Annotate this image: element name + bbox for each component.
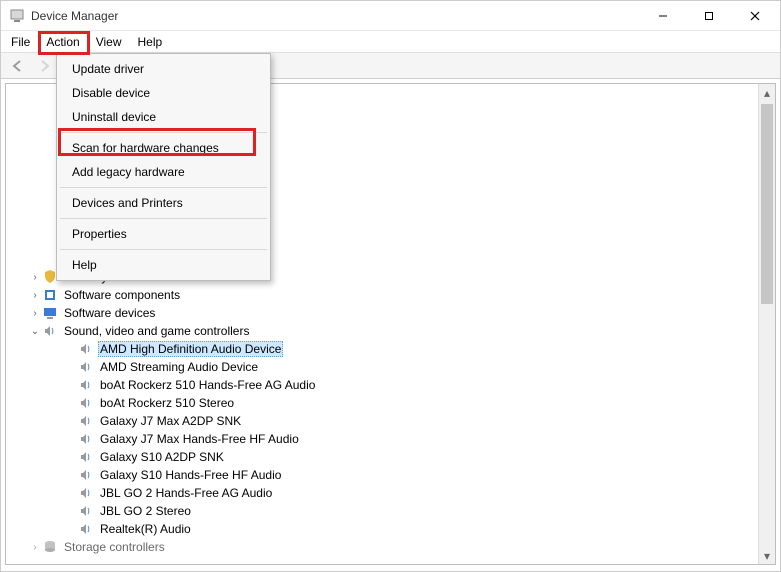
device-label: Galaxy J7 Max A2DP SNK — [98, 413, 243, 429]
device-label: Galaxy S10 Hands-Free HF Audio — [98, 467, 283, 483]
tree-category[interactable]: › Storage controllers — [10, 538, 775, 556]
dd-help[interactable]: Help — [58, 253, 269, 277]
speaker-icon — [78, 377, 94, 393]
tree-device[interactable]: AMD High Definition Audio Device — [10, 340, 775, 358]
device-label: boAt Rockerz 510 Stereo — [98, 395, 236, 411]
titlebar: Device Manager — [1, 1, 780, 31]
dd-scan-hardware-changes[interactable]: Scan for hardware changes — [58, 136, 269, 160]
speaker-icon — [78, 449, 94, 465]
speaker-icon — [78, 485, 94, 501]
app-icon — [9, 8, 25, 24]
category-label: Storage controllers — [62, 539, 167, 555]
toolbar-back-button[interactable] — [7, 55, 29, 77]
tree-device[interactable]: AMD Streaming Audio Device — [10, 358, 775, 376]
dd-add-legacy-hardware[interactable]: Add legacy hardware — [58, 160, 269, 184]
tree-device[interactable]: JBL GO 2 Stereo — [10, 502, 775, 520]
component-icon — [42, 287, 58, 303]
scroll-down-arrow[interactable]: ▾ — [759, 547, 775, 564]
device-label: JBL GO 2 Hands-Free AG Audio — [98, 485, 274, 501]
category-label: Software devices — [62, 305, 157, 321]
menu-help[interactable]: Help — [130, 33, 171, 51]
expand-toggle[interactable]: › — [28, 272, 42, 283]
tree-device[interactable]: JBL GO 2 Hands-Free AG Audio — [10, 484, 775, 502]
menubar: File Action View Help — [1, 31, 780, 53]
menu-action[interactable]: Action — [38, 33, 87, 51]
window-controls — [640, 1, 778, 31]
scroll-thumb[interactable] — [761, 104, 773, 304]
menu-view[interactable]: View — [88, 33, 130, 51]
tree-category[interactable]: › Software devices — [10, 304, 775, 322]
tree-device[interactable]: Galaxy J7 Max A2DP SNK — [10, 412, 775, 430]
device-label: AMD High Definition Audio Device — [98, 341, 283, 357]
dd-uninstall-device[interactable]: Uninstall device — [58, 105, 269, 129]
sound-icon — [42, 323, 58, 339]
tree-device[interactable]: boAt Rockerz 510 Hands-Free AG Audio — [10, 376, 775, 394]
minimize-button[interactable] — [640, 1, 686, 31]
speaker-icon — [78, 503, 94, 519]
dd-separator — [60, 218, 267, 219]
scroll-up-arrow[interactable]: ▴ — [759, 84, 775, 101]
device-label: Galaxy J7 Max Hands-Free HF Audio — [98, 431, 301, 447]
menu-file[interactable]: File — [3, 33, 38, 51]
dd-disable-device[interactable]: Disable device — [58, 81, 269, 105]
tree-device[interactable]: Galaxy S10 Hands-Free HF Audio — [10, 466, 775, 484]
speaker-icon — [78, 395, 94, 411]
expand-toggle[interactable]: › — [28, 290, 42, 301]
dd-separator — [60, 249, 267, 250]
speaker-icon — [78, 431, 94, 447]
device-label: JBL GO 2 Stereo — [98, 503, 193, 519]
vertical-scrollbar[interactable]: ▴ ▾ — [758, 84, 775, 564]
device-label: Realtek(R) Audio — [98, 521, 193, 537]
speaker-icon — [78, 359, 94, 375]
softdev-icon — [42, 305, 58, 321]
speaker-icon — [78, 521, 94, 537]
device-label: AMD Streaming Audio Device — [98, 359, 260, 375]
tree-category[interactable]: › Software components — [10, 286, 775, 304]
window-title: Device Manager — [31, 9, 640, 23]
dd-properties[interactable]: Properties — [58, 222, 269, 246]
tree-device[interactable]: Realtek(R) Audio — [10, 520, 775, 538]
toolbar-forward-button[interactable] — [33, 55, 55, 77]
expand-toggle[interactable]: › — [28, 542, 42, 553]
maximize-button[interactable] — [686, 1, 732, 31]
dd-update-driver[interactable]: Update driver — [58, 57, 269, 81]
category-label: Software components — [62, 287, 182, 303]
dd-separator — [60, 187, 267, 188]
device-tree: ›Security devices›Software components›So… — [6, 266, 775, 558]
device-label: Galaxy S10 A2DP SNK — [98, 449, 226, 465]
tree-category[interactable]: ⌄ Sound, video and game controllers — [10, 322, 775, 340]
dd-separator — [60, 132, 267, 133]
speaker-icon — [78, 341, 94, 357]
tree-device[interactable]: Galaxy S10 A2DP SNK — [10, 448, 775, 466]
storage-icon — [42, 539, 58, 555]
action-dropdown: Update driver Disable device Uninstall d… — [56, 53, 271, 281]
speaker-icon — [78, 467, 94, 483]
dd-devices-printers[interactable]: Devices and Printers — [58, 191, 269, 215]
category-label: Sound, video and game controllers — [62, 323, 251, 339]
tree-device[interactable]: Galaxy J7 Max Hands-Free HF Audio — [10, 430, 775, 448]
tree-device[interactable]: boAt Rockerz 510 Stereo — [10, 394, 775, 412]
speaker-icon — [78, 413, 94, 429]
expand-toggle[interactable]: ⌄ — [28, 326, 42, 337]
device-label: boAt Rockerz 510 Hands-Free AG Audio — [98, 377, 317, 393]
expand-toggle[interactable]: › — [28, 308, 42, 319]
close-button[interactable] — [732, 1, 778, 31]
